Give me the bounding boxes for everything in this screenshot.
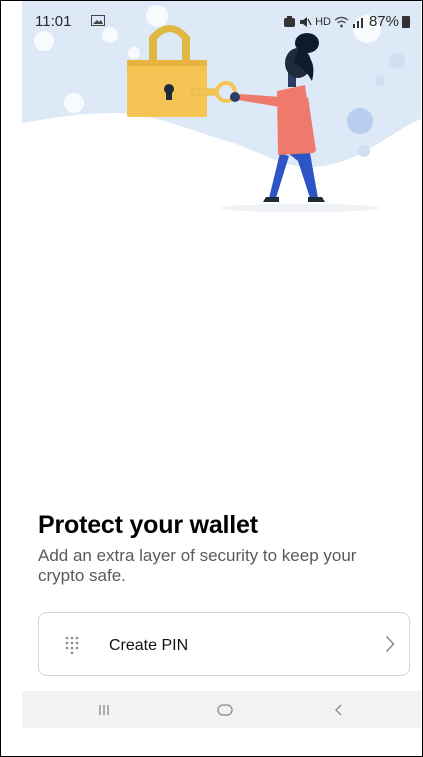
home-icon: [217, 703, 233, 716]
chevron-right-icon: [385, 635, 395, 653]
screenshot-frame: 11:01 HD 87% Protect your wallet Add an …: [0, 0, 423, 757]
phone-screen: 11:01 HD 87% Protect your wallet Add an …: [22, 1, 421, 756]
status-bar: 11:01 HD 87%: [22, 1, 421, 39]
keypad-icon: [65, 636, 79, 654]
image-icon: [91, 15, 105, 26]
page-subtitle: Add an extra layer of security to keep y…: [38, 546, 357, 585]
wifi-icon: [334, 16, 349, 27]
signal-icon: [352, 17, 363, 28]
status-time: 11:01: [35, 13, 72, 30]
hd-label: HD: [315, 15, 331, 28]
home-button[interactable]: [205, 691, 245, 728]
alarm-icon: [284, 15, 296, 27]
mute-icon: [300, 16, 312, 27]
back-button[interactable]: [318, 691, 358, 728]
battery-icon: [402, 15, 410, 28]
system-nav-bar: [22, 691, 421, 728]
create-pin-button[interactable]: Create PIN: [38, 612, 410, 676]
battery-percent: 87%: [368, 13, 399, 30]
status-right: HD 87%: [283, 13, 410, 30]
recent-apps-icon: [99, 704, 109, 715]
page-title: Protect your wallet: [38, 511, 258, 539]
create-pin-label: Create PIN: [109, 637, 189, 654]
recent-apps-button[interactable]: [84, 691, 124, 728]
back-icon: [335, 704, 342, 715]
